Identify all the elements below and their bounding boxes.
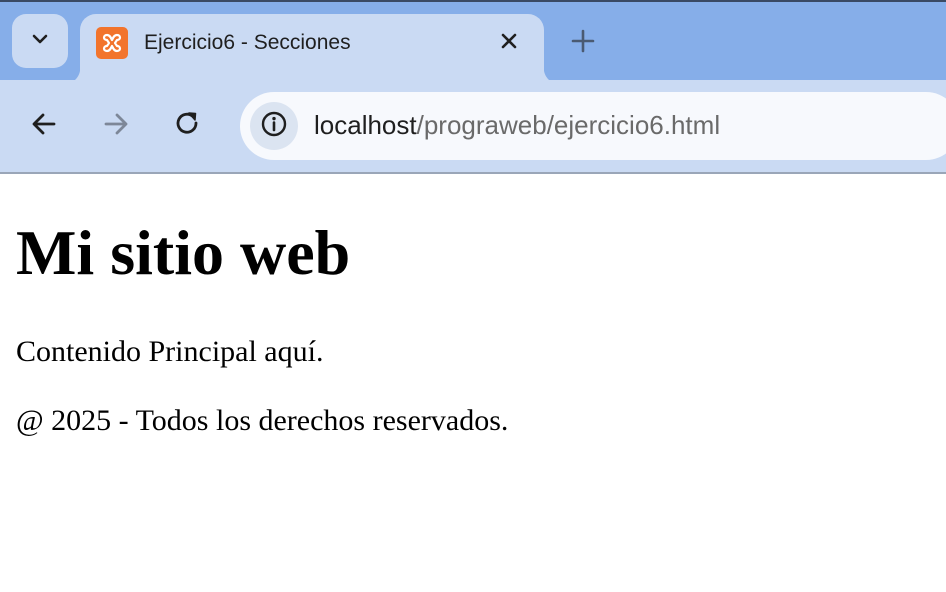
xampp-favicon-icon — [96, 27, 128, 59]
back-button[interactable] — [24, 106, 64, 146]
site-info-icon — [260, 110, 288, 142]
close-tab-button[interactable] — [494, 28, 524, 58]
address-bar[interactable]: localhost/prograweb/ejercicio6.html — [240, 92, 946, 160]
footer-text: @ 2025 - Todos los derechos reservados. — [16, 404, 509, 437]
tab-search-button[interactable] — [12, 14, 68, 68]
url-path: /prograweb/ejercicio6.html — [416, 110, 721, 140]
url-text[interactable]: localhost/prograweb/ejercicio6.html — [314, 110, 720, 141]
page-title: Mi sitio web — [16, 217, 351, 288]
new-tab-button[interactable] — [566, 26, 600, 60]
back-arrow-icon — [30, 110, 58, 142]
tab-title: Ejercicio6 - Secciones — [144, 31, 351, 54]
site-info-button[interactable] — [250, 102, 298, 150]
active-tab[interactable]: Ejercicio6 - Secciones — [64, 14, 560, 84]
chevron-down-icon — [30, 29, 50, 53]
tab-strip: Ejercicio6 - Secciones — [0, 0, 946, 84]
forward-arrow-icon — [102, 110, 130, 142]
browser-toolbar: localhost/prograweb/ejercicio6.html — [0, 80, 946, 174]
page-viewport: Mi sitio web Contenido Principal aquí. @… — [0, 174, 946, 592]
reload-icon — [174, 110, 202, 142]
plus-icon — [571, 29, 595, 57]
url-host: localhost — [314, 110, 417, 140]
forward-button[interactable] — [96, 106, 136, 146]
reload-button[interactable] — [168, 106, 208, 146]
main-content-text: Contenido Principal aquí. — [16, 335, 324, 368]
close-icon — [499, 31, 519, 55]
